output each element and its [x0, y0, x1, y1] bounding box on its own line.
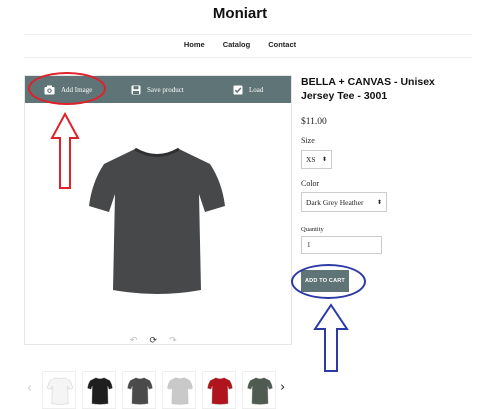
chevron-left-icon[interactable]: ‹	[27, 381, 32, 396]
product-title: BELLA + CANVAS - Unisex Jersey Tee - 300…	[301, 76, 435, 102]
quantity-value: 1	[307, 241, 311, 249]
main-nav: Home Catalog Contact	[0, 40, 480, 49]
annotation-circle-add-to-cart	[291, 264, 366, 299]
size-select[interactable]: XS ⬍	[301, 150, 332, 169]
tshirt-preview[interactable]	[87, 140, 227, 302]
tshirt-body	[89, 149, 225, 294]
thumbnail-item[interactable]	[202, 371, 236, 409]
size-label: Size	[301, 136, 315, 145]
product-price: $11.00	[301, 117, 327, 127]
nav-contact[interactable]: Contact	[268, 40, 296, 49]
tshirt-thumbnail-icon	[87, 377, 113, 405]
save-product-button[interactable]: Save product	[131, 76, 184, 103]
tshirt-thumbnail-icon	[47, 377, 73, 405]
chevron-updown-icon: ⬍	[321, 157, 327, 163]
color-thumbnails: ‹ ›	[24, 371, 294, 409]
color-value: Dark Grey Heather	[306, 197, 364, 207]
color-label: Color	[301, 179, 320, 188]
thumbnail-item[interactable]	[42, 371, 76, 409]
chevron-right-icon[interactable]: ›	[280, 380, 285, 395]
header-divider-top	[24, 34, 472, 35]
thumbnail-item[interactable]	[82, 371, 116, 409]
chevron-updown-icon: ⬍	[376, 199, 382, 206]
checkbox-icon	[233, 85, 243, 94]
header-divider-bottom	[24, 57, 472, 58]
canvas-controls: ↶ ⟳ ↷	[130, 335, 177, 346]
nav-catalog[interactable]: Catalog	[223, 40, 251, 49]
save-product-label: Save product	[147, 85, 184, 94]
load-label: Load	[249, 85, 264, 94]
thumbnail-item[interactable]	[242, 371, 276, 409]
quantity-label: Quantity	[301, 226, 324, 233]
undo-icon[interactable]: ↶	[130, 335, 138, 346]
color-select[interactable]: Dark Grey Heather ⬍	[301, 192, 387, 212]
save-icon	[131, 85, 141, 94]
annotation-arrow-up-blue	[313, 303, 349, 372]
load-button[interactable]: Load	[233, 76, 263, 103]
thumbnail-item[interactable]	[122, 371, 156, 409]
annotation-arrow-up	[50, 112, 80, 189]
tshirt-thumbnail-icon	[207, 377, 233, 405]
annotation-circle-add-image	[28, 72, 106, 105]
reset-icon[interactable]: ⟳	[150, 335, 158, 346]
tshirt-thumbnail-icon	[167, 377, 193, 405]
redo-icon[interactable]: ↷	[169, 335, 177, 346]
site-title[interactable]: Moniart	[0, 5, 480, 22]
size-value: XS	[306, 155, 316, 164]
nav-home[interactable]: Home	[184, 40, 205, 49]
thumbnail-item[interactable]	[162, 371, 196, 409]
tshirt-thumbnail-icon	[127, 377, 153, 405]
quantity-input[interactable]: 1	[301, 236, 382, 254]
tshirt-thumbnail-icon	[247, 377, 273, 405]
